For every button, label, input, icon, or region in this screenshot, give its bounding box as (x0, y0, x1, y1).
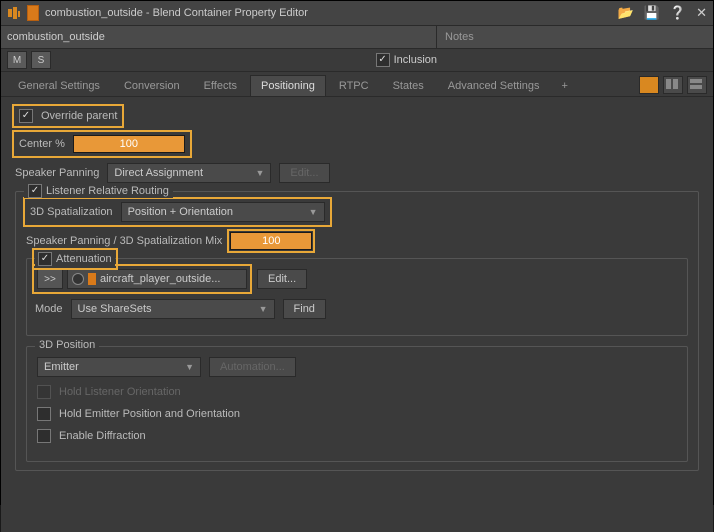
notes-label: Notes (445, 31, 474, 43)
spatialization-value: Position + Orientation (128, 206, 233, 218)
view-mode-2[interactable] (663, 76, 683, 94)
hold-emitter-checkbox[interactable] (37, 407, 51, 421)
view-mode-3[interactable] (687, 76, 707, 94)
object-name: combustion_outside (7, 31, 105, 43)
attenuation-checkbox[interactable] (38, 252, 52, 266)
enable-diffraction-row[interactable]: Enable Diffraction (37, 429, 677, 443)
tab-add[interactable]: + (553, 75, 577, 96)
inclusion-toggle[interactable]: Inclusion (376, 53, 437, 67)
tab-advanced-settings[interactable]: Advanced Settings (437, 75, 551, 96)
app-icon (7, 6, 21, 20)
3d-position-source-row: Emitter ▼ Automation... (37, 357, 677, 377)
window-title: combustion_outside - Blend Container Pro… (45, 7, 612, 19)
attenuation-mode-value: Use ShareSets (78, 303, 152, 315)
tab-general-settings[interactable]: General Settings (7, 75, 111, 96)
center-pct-row: Center % 100 (15, 133, 189, 155)
speaker-panning-row: Speaker Panning Direct Assignment ▼ Edit… (15, 163, 699, 183)
spatialization-label: 3D Spatialization (30, 206, 113, 218)
attenuation-mode-row: Mode Use ShareSets ▼ Find (35, 299, 679, 319)
object-bar: combustion_outside Notes (1, 26, 713, 49)
spatialization-dropdown[interactable]: Position + Orientation ▼ (121, 202, 325, 222)
enable-diffraction-label: Enable Diffraction (59, 430, 146, 442)
attenuation-nav-button[interactable]: >> (37, 269, 63, 289)
mute-button[interactable]: M (7, 51, 27, 69)
attenuation-mode-label: Mode (35, 303, 63, 315)
3d-position-panel: 3D Position Emitter ▼ Automation... Hold… (26, 346, 688, 462)
override-parent-label: Override parent (41, 110, 117, 122)
spatialization-mix-label: Speaker Panning / 3D Spatialization Mix (26, 235, 222, 247)
tab-bar: General Settings Conversion Effects Posi… (1, 72, 713, 97)
inclusion-label: Inclusion (394, 54, 437, 66)
attenuation-panel: Attenuation >> aircraft_player_outside..… (26, 258, 688, 336)
chevron-down-icon: ▼ (255, 168, 264, 178)
tab-positioning[interactable]: Positioning (250, 75, 326, 96)
titlebar: combustion_outside - Blend Container Pro… (1, 1, 713, 26)
tab-conversion[interactable]: Conversion (113, 75, 191, 96)
open-icon[interactable]: 📂 (618, 5, 634, 21)
ms-bar: M S Inclusion (1, 49, 713, 72)
tab-effects[interactable]: Effects (193, 75, 248, 96)
attenuation-label: Attenuation (56, 253, 112, 265)
attenuation-type-icon (72, 273, 84, 285)
property-editor-window: combustion_outside - Blend Container Pro… (0, 0, 714, 505)
spatialization-mix-row: Speaker Panning / 3D Spatialization Mix … (26, 232, 688, 250)
override-parent-checkbox[interactable] (19, 109, 33, 123)
3d-position-title: 3D Position (35, 339, 99, 351)
speaker-panning-dropdown[interactable]: Direct Assignment ▼ (107, 163, 271, 183)
override-parent-row[interactable]: Override parent (15, 107, 121, 125)
speaker-panning-edit-button: Edit... (279, 163, 329, 183)
chevron-down-icon: ▼ (259, 304, 268, 314)
pin-icon[interactable] (27, 5, 39, 21)
attenuation-name-field[interactable]: aircraft_player_outside... (67, 269, 247, 289)
hold-emitter-label: Hold Emitter Position and Orientation (59, 408, 240, 420)
spatialization-row: 3D Spatialization Position + Orientation… (26, 200, 329, 224)
tab-rtpc[interactable]: RTPC (328, 75, 380, 96)
center-pct-value: 100 (74, 136, 184, 152)
3d-position-dropdown[interactable]: Emitter ▼ (37, 357, 201, 377)
attenuation-mode-dropdown[interactable]: Use ShareSets ▼ (71, 299, 275, 319)
3d-position-value: Emitter (44, 361, 79, 373)
listener-relative-checkbox[interactable] (28, 184, 42, 198)
view-mode-1[interactable] (639, 76, 659, 94)
hold-emitter-row[interactable]: Hold Emitter Position and Orientation (37, 407, 677, 421)
help-icon[interactable]: ❔ (670, 5, 686, 21)
spatialization-mix-value: 100 (231, 233, 311, 249)
notes-pane-header: Notes (436, 26, 713, 48)
speaker-panning-value: Direct Assignment (114, 167, 203, 179)
attenuation-reference: >> aircraft_player_outside... (35, 267, 249, 291)
center-pct-field[interactable]: 100 (73, 135, 185, 153)
solo-button[interactable]: S (31, 51, 51, 69)
automation-button: Automation... (209, 357, 296, 377)
hold-listener-label: Hold Listener Orientation (59, 386, 181, 398)
speaker-panning-label: Speaker Panning (15, 167, 99, 179)
chevron-down-icon: ▼ (309, 207, 318, 217)
positioning-content: Override parent Center % 100 Speaker Pan… (1, 97, 713, 532)
attenuation-ref-row: >> aircraft_player_outside... Edit... (35, 267, 679, 291)
listener-relative-panel: Listener Relative Routing 3D Spatializat… (15, 191, 699, 471)
titlebar-actions: 📂 💾 ❔ ✕ (618, 5, 707, 21)
chevron-down-icon: ▼ (185, 362, 194, 372)
spatialization-mix-field[interactable]: 100 (230, 232, 312, 250)
enable-diffraction-checkbox[interactable] (37, 429, 51, 443)
hold-listener-row: Hold Listener Orientation (37, 385, 677, 399)
inclusion-checkbox[interactable] (376, 53, 390, 67)
center-pct-label: Center % (19, 138, 65, 150)
attenuation-edit-button[interactable]: Edit... (257, 269, 307, 289)
attenuation-pin-icon (88, 273, 96, 285)
close-icon[interactable]: ✕ (696, 5, 707, 21)
attenuation-name: aircraft_player_outside... (100, 273, 220, 285)
listener-relative-label: Listener Relative Routing (46, 185, 169, 197)
save-icon[interactable]: 💾 (644, 5, 660, 21)
tab-states[interactable]: States (382, 75, 435, 96)
attenuation-find-button[interactable]: Find (283, 299, 326, 319)
hold-listener-checkbox (37, 385, 51, 399)
